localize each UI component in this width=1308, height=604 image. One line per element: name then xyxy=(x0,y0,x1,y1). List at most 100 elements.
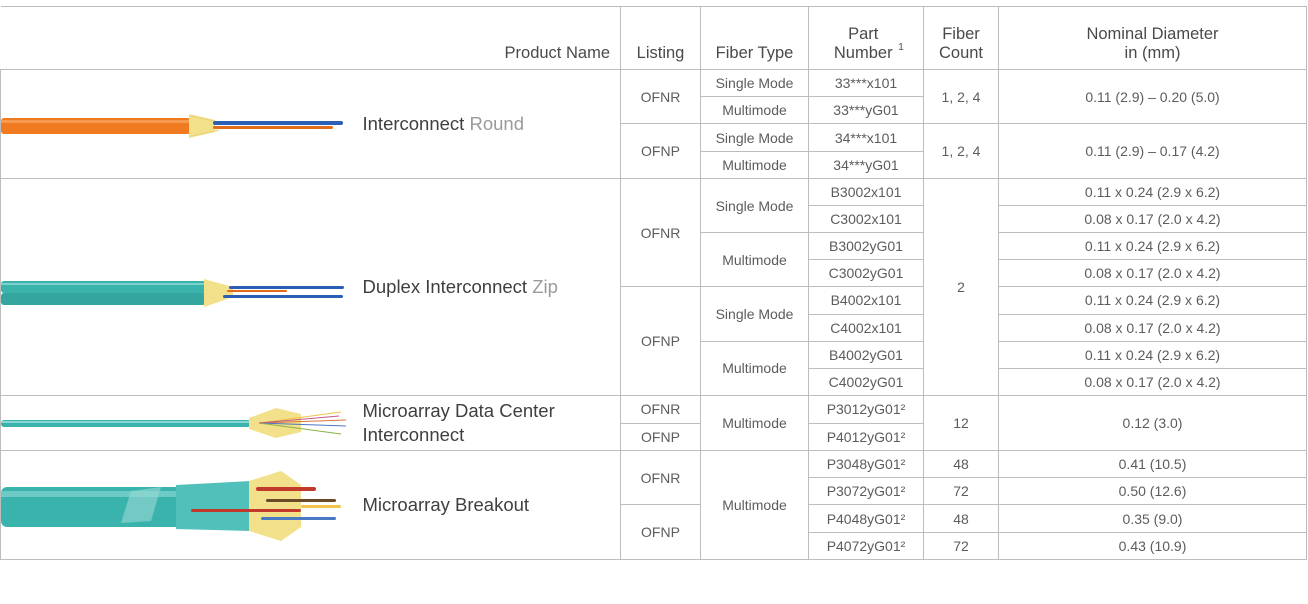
header-product-name: Product Name xyxy=(0,6,621,70)
footnote-mark: ² xyxy=(900,428,906,445)
table-row: Microarray Breakout OFNR Multimode P3048… xyxy=(0,450,1307,560)
part-number-cell: P3048yG01² xyxy=(808,450,924,478)
fiber-type-cell: Multimode xyxy=(700,450,809,560)
microarray-breakout-cable-image xyxy=(0,450,363,560)
header-diameter: Nominal Diameter in (mm) xyxy=(998,6,1307,70)
part-number-text: P3012yG01 xyxy=(826,401,901,418)
product-subtype: Zip xyxy=(532,276,558,297)
product-name: Microarray Breakout xyxy=(362,494,530,515)
fiber-type-cell: Multimode xyxy=(700,231,809,288)
listing-cell: OFNR xyxy=(620,450,701,505)
listing-cell: OFNP xyxy=(620,286,701,396)
diameter-cell: 0.50 (12.6) xyxy=(998,477,1307,505)
fiber-type-cell: Single Mode xyxy=(700,178,809,233)
orange-round-cable-image xyxy=(1,114,343,138)
table-row: Interconnect Round OFNR Single Mode 33**… xyxy=(0,69,1307,179)
aqua-zip-cable-image xyxy=(1,279,344,307)
product-name-interconnect: Interconnect Round xyxy=(362,69,621,179)
footnote-mark: ² xyxy=(900,456,906,472)
product-name: Microarray Data Center Interconnect xyxy=(362,400,555,445)
part-number-text: P4012yG01 xyxy=(826,428,901,445)
fiber-type-cell: Single Mode xyxy=(700,69,809,97)
fiber-count-cell: 1, 2, 4 xyxy=(923,69,999,124)
header-part-number: Part Number 1 xyxy=(808,6,924,70)
part-number-cell: P3012yG01² xyxy=(808,395,924,424)
part-number-cell: P3072yG01² xyxy=(808,477,924,505)
footnote-mark: ² xyxy=(900,538,906,554)
header-fiber-type: Fiber Type xyxy=(700,6,809,70)
part-number-cell: C3002x101 xyxy=(808,205,924,233)
part-number-text: P3048yG01 xyxy=(826,456,901,472)
footnote-mark: ² xyxy=(900,483,906,499)
footnote-mark: ² xyxy=(900,401,906,418)
interconnect-cable-image xyxy=(0,69,363,179)
diameter-cell: 0.11 x 0.24 (2.9 x 6.2) xyxy=(998,231,1307,261)
diameter-cell: 0.43 (10.9) xyxy=(998,532,1307,560)
aqua-microarray-cable-image xyxy=(1,408,347,438)
product-subtype: Round xyxy=(469,113,524,134)
header-diameter-label: Nominal Diameter xyxy=(1086,25,1219,43)
listing-cell: OFNR xyxy=(620,395,701,424)
header-diameter-unit: in (mm) xyxy=(1124,44,1181,62)
footnote-mark: ² xyxy=(900,510,906,527)
diameter-cell: 0.11 (2.9) – 0.17 (4.2) xyxy=(998,123,1307,179)
header-part-number-footnote: 1 xyxy=(898,41,904,53)
part-number-cell: P4072yG01² xyxy=(808,532,924,560)
fiber-count-cell: 72 xyxy=(923,477,999,505)
part-number-cell: B4002x101 xyxy=(808,286,924,315)
diameter-cell: 0.08 x 0.17 (2.0 x 4.2) xyxy=(998,205,1307,233)
listing-cell: OFNP xyxy=(620,504,701,560)
diameter-cell: 0.12 (3.0) xyxy=(998,395,1307,451)
fiber-type-cell: Multimode xyxy=(700,395,809,451)
product-name-duplex: Duplex Interconnect Zip xyxy=(362,178,621,396)
diameter-cell: 0.08 x 0.17 (2.0 x 4.2) xyxy=(998,259,1307,288)
fiber-type-cell: Multimode xyxy=(700,151,809,179)
part-number-cell: 34***x101 xyxy=(808,123,924,152)
part-number-cell: P4012yG01² xyxy=(808,422,924,451)
diameter-cell: 0.11 x 0.24 (2.9 x 6.2) xyxy=(998,340,1307,370)
cable-spec-table: Product Name Listing Fiber Type Part Num… xyxy=(0,6,1307,560)
fiber-count-cell: 2 xyxy=(923,178,999,396)
part-number-cell: 34***yG01 xyxy=(808,151,924,179)
fiber-count-cell: 12 xyxy=(923,395,999,451)
product-name-microarray-dc: Microarray Data Center Interconnect xyxy=(362,395,621,451)
part-number-cell: P4048yG01² xyxy=(808,504,924,533)
fiber-count-cell: 72 xyxy=(923,532,999,560)
part-number-text: P3072yG01 xyxy=(826,483,901,499)
diameter-cell: 0.11 x 0.24 (2.9 x 6.2) xyxy=(998,178,1307,206)
fiber-type-cell: Single Mode xyxy=(700,286,809,342)
diameter-cell: 0.11 (2.9) – 0.20 (5.0) xyxy=(998,69,1307,124)
listing-cell: OFNP xyxy=(620,123,701,179)
header-row: Product Name Listing Fiber Type Part Num… xyxy=(0,6,1307,70)
header-listing: Listing xyxy=(620,6,701,70)
diameter-cell: 0.08 x 0.17 (2.0 x 4.2) xyxy=(998,368,1307,396)
fiber-type-cell: Multimode xyxy=(700,96,809,124)
fiber-type-cell: Single Mode xyxy=(700,123,809,152)
part-number-cell: B3002x101 xyxy=(808,178,924,206)
header-fiber-count-label: Fiber Count xyxy=(938,25,984,62)
header-part-number-label: Part Number xyxy=(833,25,893,62)
product-name: Interconnect xyxy=(362,113,465,134)
listing-cell: OFNP xyxy=(620,422,701,451)
part-number-cell: 33***yG01 xyxy=(808,96,924,124)
part-number-cell: C4002x101 xyxy=(808,313,924,342)
fiber-type-cell: Multimode xyxy=(700,340,809,397)
listing-cell: OFNR xyxy=(620,69,701,124)
microarray-dc-cable-image xyxy=(0,395,363,451)
fiber-count-cell: 48 xyxy=(923,504,999,533)
listing-cell: OFNR xyxy=(620,177,701,288)
part-number-text: P4048yG01 xyxy=(826,510,901,527)
table-row: Microarray Data Center Interconnect OFNR… xyxy=(0,395,1307,451)
aqua-breakout-cable-image xyxy=(1,471,341,541)
part-number-cell: B3002yG01 xyxy=(808,231,924,261)
product-name-microarray-breakout: Microarray Breakout xyxy=(362,450,621,560)
part-number-cell: C3002yG01 xyxy=(808,259,924,288)
table-row: Duplex Interconnect Zip OFNR Single Mode… xyxy=(0,177,1307,396)
part-number-text: P4072yG01 xyxy=(826,538,901,554)
duplex-cable-image xyxy=(0,178,363,396)
diameter-cell: 0.08 x 0.17 (2.0 x 4.2) xyxy=(998,313,1307,342)
fiber-count-cell: 48 xyxy=(923,450,999,478)
diameter-cell: 0.41 (10.5) xyxy=(998,450,1307,478)
header-fiber-count: Fiber Count xyxy=(923,6,999,70)
part-number-cell: B4002yG01 xyxy=(808,340,924,370)
